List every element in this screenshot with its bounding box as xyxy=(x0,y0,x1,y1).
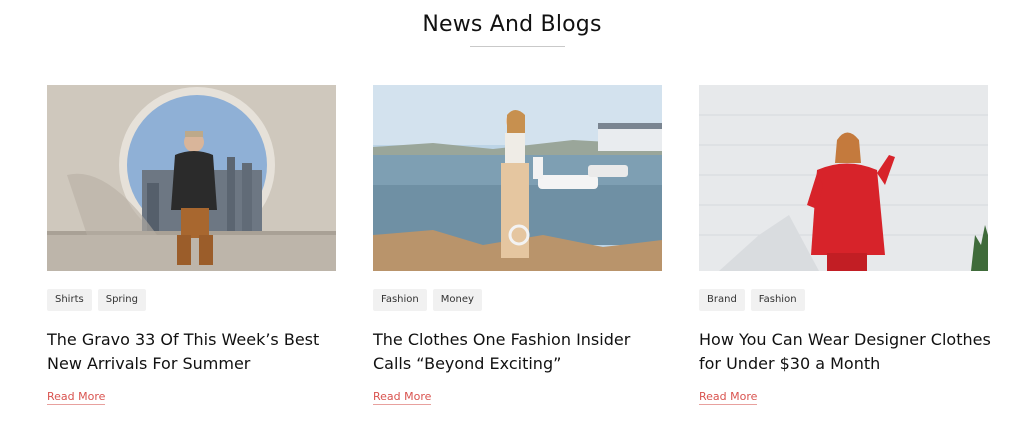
blog-card: Brand Fashion How You Can Wear Designer … xyxy=(699,85,991,405)
blog-image-illustration xyxy=(47,85,336,271)
read-more-link[interactable]: Read More xyxy=(373,390,432,405)
tag-list: Brand Fashion xyxy=(699,289,805,311)
post-title[interactable]: How You Can Wear Designer Clothes for Un… xyxy=(699,328,994,376)
title-divider xyxy=(470,46,565,47)
blog-card: Shirts Spring The Gravo 33 Of This Week’… xyxy=(47,85,336,405)
blog-card: Fashion Money The Clothes One Fashion In… xyxy=(373,85,662,405)
tag-list: Shirts Spring xyxy=(47,289,146,311)
read-more-link[interactable]: Read More xyxy=(699,390,758,405)
section-title: News And Blogs xyxy=(422,12,602,37)
tag-spring[interactable]: Spring xyxy=(97,289,146,311)
tag-brand[interactable]: Brand xyxy=(699,289,745,311)
tag-list: Fashion Money xyxy=(373,289,482,311)
blog-image-illustration xyxy=(373,85,662,271)
tag-money[interactable]: Money xyxy=(432,289,482,311)
tag-shirts[interactable]: Shirts xyxy=(47,289,92,311)
blog-image-illustration xyxy=(699,85,988,271)
blog-image[interactable] xyxy=(47,85,336,271)
read-more-link[interactable]: Read More xyxy=(47,390,106,405)
tag-fashion[interactable]: Fashion xyxy=(750,289,805,311)
tag-fashion[interactable]: Fashion xyxy=(373,289,427,311)
post-title[interactable]: The Gravo 33 Of This Week’s Best New Arr… xyxy=(47,328,342,376)
blog-image[interactable] xyxy=(699,85,988,271)
blog-image[interactable] xyxy=(373,85,662,271)
post-title[interactable]: The Clothes One Fashion Insider Calls “B… xyxy=(373,328,668,376)
